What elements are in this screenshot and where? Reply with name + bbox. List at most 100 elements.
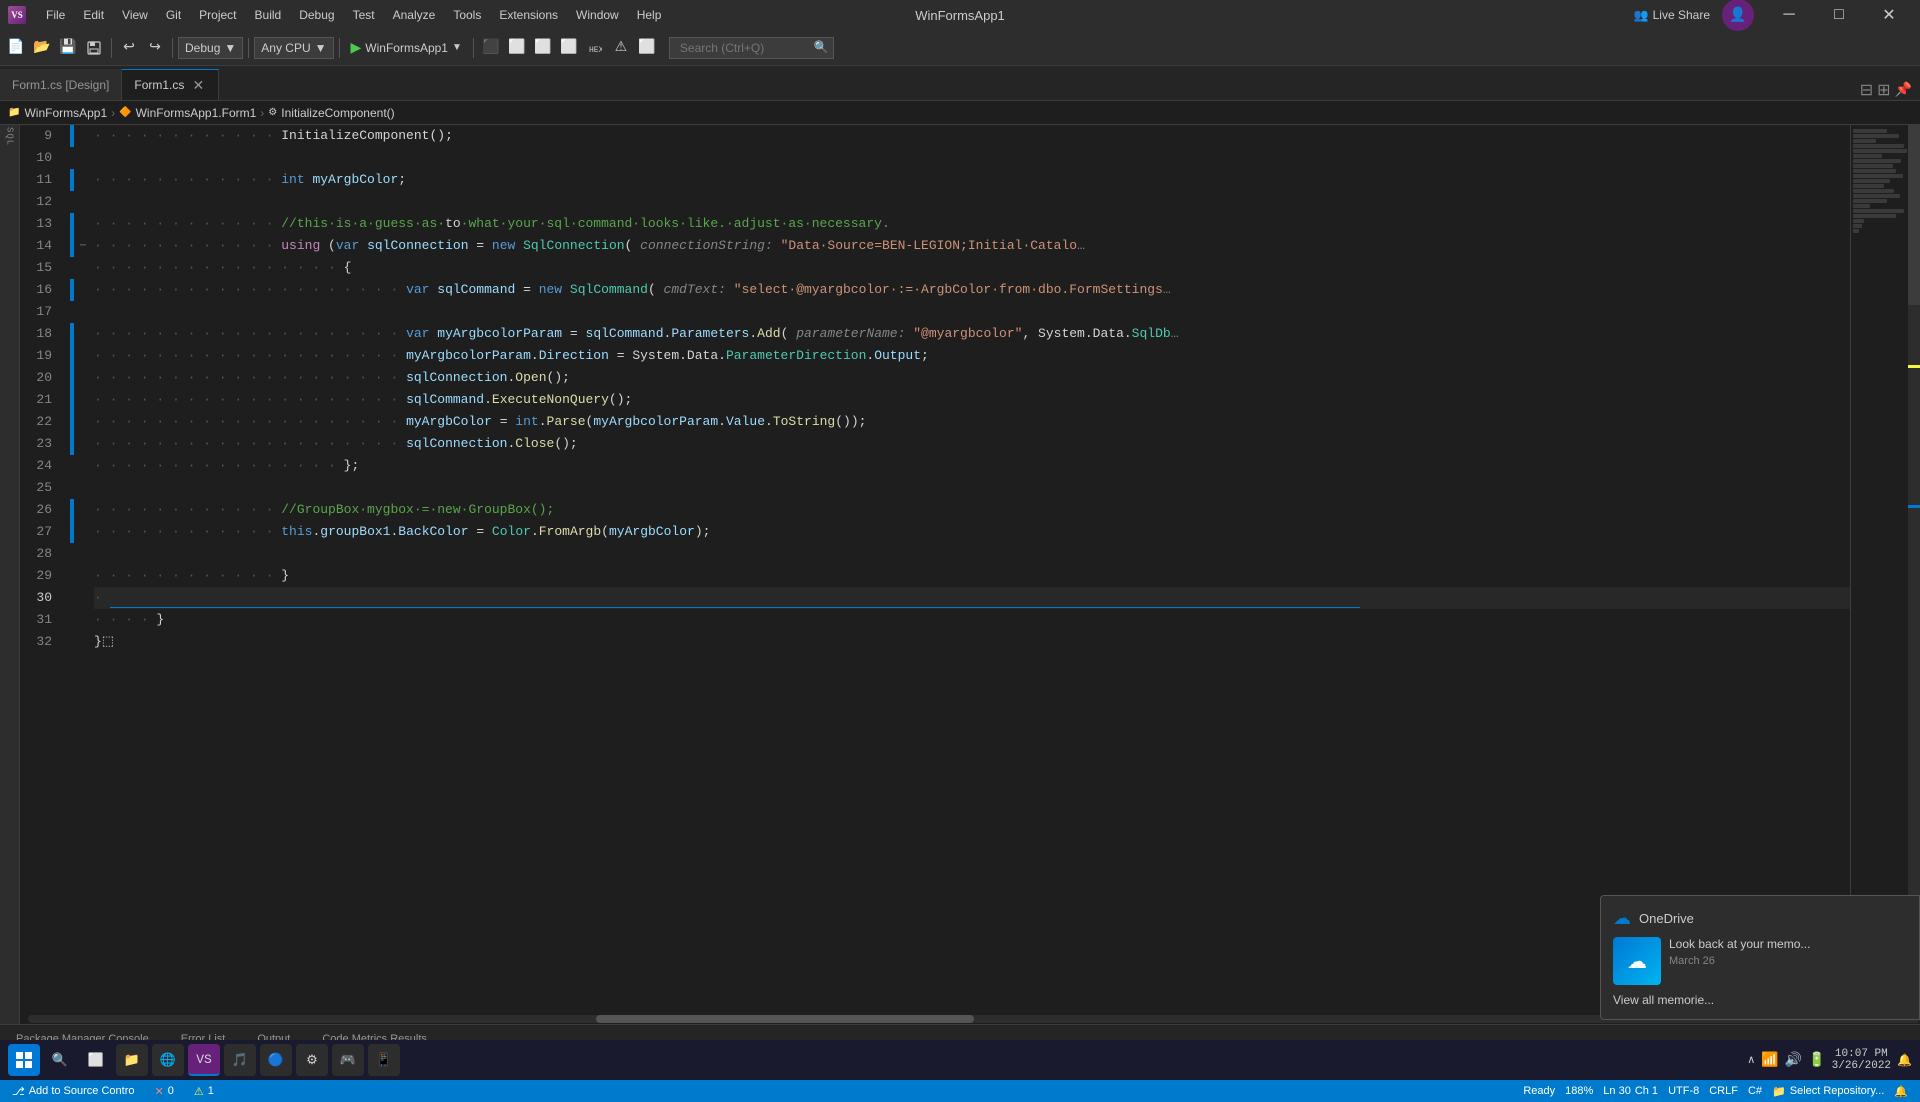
build-config-dropdown[interactable]: Debug ▼ [178,37,243,59]
zoom-level[interactable]: 188% [1561,1080,1597,1102]
step-into-button[interactable]: ⬜ [531,36,555,60]
menu-project[interactable]: Project [191,6,244,24]
undo-button[interactable]: ↩ [117,36,141,60]
menu-file[interactable]: File [38,6,73,24]
repo-status[interactable]: 📁 Select Repository... [1768,1080,1888,1102]
h-scroll-thumb[interactable] [596,1015,974,1023]
exception-button[interactable]: ⚠ [609,36,633,60]
code-line-13: · · · · · · · · · · · · //this·is·a·gues… [94,213,1850,235]
user-avatar[interactable]: 👤 [1722,0,1754,31]
app9-taskbar[interactable]: 📱 [368,1044,400,1076]
code-line-15: · · · · · · · · · · · · · · · · { [94,257,1850,279]
volume-icon[interactable]: 🔊 [1785,1052,1802,1069]
warning-count[interactable]: ⚠ 1 [190,1080,218,1102]
language[interactable]: C# [1744,1080,1766,1102]
separator-5 [473,38,474,58]
svg-text:HEX: HEX [589,46,602,55]
onedrive-title: OneDrive [1639,911,1694,926]
line-num-16: 16 [20,279,60,301]
search-taskbar-button[interactable]: 🔍 [44,1044,76,1076]
explorer-taskbar[interactable]: 📁 [116,1044,148,1076]
wifi-icon[interactable]: 📶 [1761,1052,1778,1069]
collapse-area: ─ [76,125,90,1014]
open-button[interactable]: 📂 [30,36,54,60]
menu-tools[interactable]: Tools [445,6,489,24]
menu-view[interactable]: View [114,6,156,24]
pin-button[interactable]: 📌 [1895,82,1912,99]
minimize-button[interactable]: ─ [1766,0,1812,30]
clock-area[interactable]: 10:07 PM 3/26/2022 [1832,1048,1891,1072]
notification-icon[interactable]: 🔔 [1890,1080,1912,1102]
gutter-9 [70,125,74,147]
tab-form1-cs[interactable]: Form1.cs ✕ [122,69,219,100]
chrome-taskbar[interactable]: 🔵 [260,1044,292,1076]
cursor-position[interactable]: Ln 30 Ch 1 [1599,1080,1662,1102]
platform-dropdown[interactable]: Any CPU ▼ [254,37,333,59]
breadcrumb-namespace[interactable]: WinFormsApp1 [24,106,107,120]
separator-3 [248,38,249,58]
code-line-18: · · · · · · · · · · · · · · · · · · · · … [94,323,1850,345]
search-input[interactable] [674,37,814,59]
gutter-10 [70,147,74,169]
collapse-panel-button[interactable]: ⊟ [1860,80,1873,100]
menu-git[interactable]: Git [158,6,189,24]
top-menu: File Edit View Git Project Build Debug T… [38,6,669,24]
tab-close-button[interactable]: ✕ [190,77,206,93]
repo-icon: 📁 [1772,1085,1786,1098]
step-over-button[interactable]: ⬜ [505,36,529,60]
ie-taskbar[interactable]: 🌐 [152,1044,184,1076]
hex-button[interactable]: HEX [583,36,607,60]
close-button[interactable]: ✕ [1866,0,1912,30]
run-button[interactable]: ▶ WinFormsApp1 ▼ [345,37,468,58]
vs-taskbar[interactable]: VS [188,1044,220,1076]
notification-button[interactable]: 🔔 [1897,1053,1912,1068]
menu-help[interactable]: Help [629,6,670,24]
menu-debug[interactable]: Debug [291,6,342,24]
more-button[interactable]: ⬜ [635,36,659,60]
save-all-button[interactable] [82,36,106,60]
gutter-30 [70,587,74,609]
onedrive-thumbnail: ☁ [1613,937,1661,985]
live-share-button[interactable]: 👥 Live Share [1626,6,1718,24]
step-out-button[interactable]: ⬜ [557,36,581,60]
breadcrumb-method[interactable]: InitializeComponent() [281,106,394,120]
expand-panel-button[interactable]: ⊞ [1877,80,1890,100]
line-num-11: 11 [20,169,60,191]
menu-build[interactable]: Build [247,6,290,24]
run-dropdown-icon: ▼ [452,42,462,53]
error-count[interactable]: ✕ 0 [150,1080,177,1102]
task-view-button[interactable]: ⬜ [80,1044,112,1076]
view-all-memories-link[interactable]: View all memorie... [1613,993,1907,1007]
code-area[interactable]: · · · · · · · · · · · · InitializeCompon… [90,125,1850,1014]
save-button[interactable]: 💾 [56,36,80,60]
encoding[interactable]: UTF-8 [1664,1080,1703,1102]
battery-icon[interactable]: 🔋 [1808,1052,1825,1069]
code-line-30[interactable]: ✏ · [94,587,1850,609]
breakpoint-button[interactable]: ⬛ [479,36,503,60]
git-source-control[interactable]: ⎇ Add to Source Contro [8,1080,138,1102]
media-taskbar[interactable]: 🎵 [224,1044,256,1076]
onedrive-header: ☁ OneDrive [1613,908,1907,929]
line-num-10: 10 [20,147,60,169]
gutter-14 [70,235,74,257]
windows-start-button[interactable] [8,1044,40,1076]
menu-analyze[interactable]: Analyze [385,6,444,24]
tab-form1-design[interactable]: Form1.cs [Design] [0,69,122,100]
line-num-21: 21 [20,389,60,411]
menu-test[interactable]: Test [345,6,383,24]
settings-taskbar[interactable]: ⚙ [296,1044,328,1076]
menu-window[interactable]: Window [568,6,627,24]
line-ending[interactable]: CRLF [1705,1080,1742,1102]
collapse-line14[interactable]: ─ [80,241,86,252]
new-project-button[interactable]: 📄 [4,36,28,60]
gutter-12 [70,191,74,213]
redo-button[interactable]: ↪ [143,36,167,60]
menu-extensions[interactable]: Extensions [491,6,566,24]
tray-icons[interactable]: ∧ [1747,1053,1755,1067]
restore-button[interactable]: □ [1816,0,1862,30]
breadcrumb-class[interactable]: WinFormsApp1.Form1 [136,106,257,120]
content-area: SQL 9 10 11 12 13 14 15 16 17 18 19 20 2… [0,125,1920,1024]
xbox-taskbar[interactable]: 🎮 [332,1044,364,1076]
scrollbar-thumb[interactable] [1908,125,1920,305]
menu-edit[interactable]: Edit [75,6,112,24]
